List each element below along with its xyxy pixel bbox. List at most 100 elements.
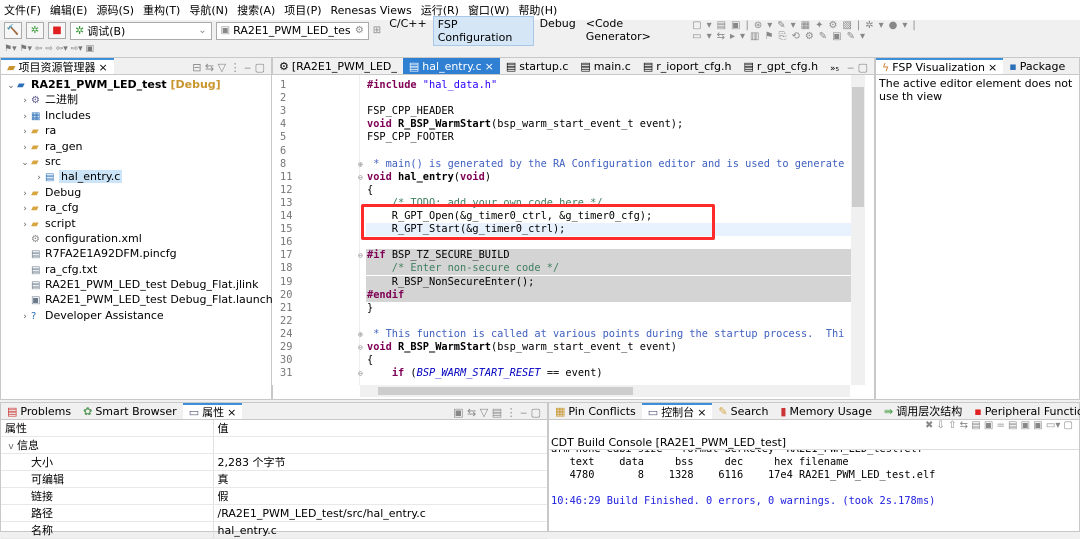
- group-row[interactable]: v 信息: [1, 436, 547, 454]
- tab-properties[interactable]: ▭ 属性 ×: [182, 403, 243, 419]
- code-line[interactable]: 17 ⊖ #if BSP_TZ_SECURE_BUILD: [280, 249, 852, 263]
- view-toolbar-icons[interactable]: ⊟ ⇆ ▽ ⋮ ‒ ▢: [192, 61, 271, 74]
- tree-item[interactable]: ▤ R7FA2E1A92DFM.pincfg: [5, 246, 271, 261]
- tab-r-ioport-cfg-h[interactable]: ▤ r_ioport_cfg.h: [637, 58, 738, 74]
- code-line[interactable]: 3 FSP_CPP_HEADER: [272, 105, 852, 118]
- tab-overflow-button[interactable]: »₅: [824, 64, 845, 74]
- tab-problems[interactable]: ▤ Problems: [1, 403, 77, 419]
- tree-item[interactable]: ⌄ ▰ src: [5, 154, 271, 169]
- code-line[interactable]: 19 R_BSP_NonSecureEnter();: [280, 275, 852, 289]
- code-line[interactable]: 1 #include "hal_data.h": [272, 79, 852, 92]
- tab-fsp-visualization[interactable]: ϟ FSP Visualization ×: [876, 58, 1004, 74]
- code-text: #if BSP_TZ_SECURE_BUILD: [367, 249, 510, 262]
- view-toolbar-icons[interactable]: ▣ ⇆ ▽ ▤ ⋮ ‒ ▢: [453, 406, 547, 419]
- collapse-fold-icon[interactable]: ⊖: [358, 249, 363, 262]
- code-line[interactable]: 11 ⊖ void hal_entry(void): [272, 171, 852, 184]
- stop-icon[interactable]: ■: [48, 22, 66, 39]
- code-line[interactable]: 6: [272, 145, 852, 158]
- property-row[interactable]: 路径/RA2E1_PWM_LED_test/src/hal_entry.c: [1, 504, 547, 522]
- menu-item[interactable]: 导航(N): [189, 2, 228, 18]
- tab--ra2e1-pwm-led-[interactable]: ⚙ [RA2E1_PWM_LED_: [273, 58, 403, 74]
- tab-main-c[interactable]: ▤ main.c: [574, 58, 636, 74]
- collapse-fold-icon[interactable]: ⊖: [358, 367, 363, 380]
- tab-console-3[interactable]: ▮ Memory Usage: [774, 403, 878, 419]
- property-row[interactable]: 可编辑真: [1, 470, 547, 488]
- tab-smart-browser[interactable]: ✿ Smart Browser: [77, 403, 183, 419]
- tab-console-2[interactable]: ✎ Search: [712, 403, 774, 419]
- expand-fold-icon[interactable]: ⊕: [358, 328, 363, 341]
- chevron-down-icon[interactable]: ⌄: [5, 79, 17, 94]
- console-toolbar-icons[interactable]: ✖ ⇩ ⇧ ⇆ ▤ ▣ = ▤ ▣ ▣ ▭▾ ▢: [549, 420, 1079, 436]
- build-hammer-icon[interactable]: 🔨: [4, 22, 22, 39]
- minimize-maximize-icons[interactable]: ‒ ▢: [847, 61, 874, 74]
- menu-item[interactable]: 文件(F): [4, 2, 41, 18]
- annotation-nav-icons[interactable]: ⚑▾ ⚑▾ ⇦ ⇨ ⇦▾ ⇨▾ ▣: [4, 44, 94, 54]
- open-perspective-icon[interactable]: ⊞: [373, 25, 381, 36]
- code-line[interactable]: 29 ⊖ void R_BSP_WarmStart(bsp_warm_start_e…: [272, 341, 852, 354]
- code-line[interactable]: 12 {: [272, 184, 852, 197]
- chevron-down-icon[interactable]: v: [5, 442, 17, 452]
- code-line[interactable]: 8 ⊕ * main() is generated by the RA Confi…: [272, 158, 852, 171]
- expand-fold-icon[interactable]: ⊕: [358, 158, 363, 171]
- toolbar-icons[interactable]: ▢▾▤▣|⊛▾✎▾▦✦⚙▧|✲▾●▾|▭▾⇆▸▾▥⚑⎘⟲⚙✎▣✎▾: [692, 20, 1080, 42]
- property-row[interactable]: 大小 2,283 个字节: [1, 453, 547, 471]
- code-line[interactable]: 2: [272, 92, 852, 105]
- code-line[interactable]: 30 {: [272, 354, 852, 367]
- tree-item[interactable]: › ▰ ra: [5, 123, 271, 138]
- editor-horizontal-scrollbar[interactable]: [360, 385, 850, 397]
- tree-item[interactable]: ▤ ra_cfg.txt: [5, 262, 271, 277]
- menu-item[interactable]: 源码(S): [96, 2, 134, 18]
- tab-project-explorer[interactable]: ▰ 项目资源管理器 ×: [1, 58, 114, 74]
- line-number: 24: [280, 327, 293, 340]
- tree-item[interactable]: ▤ RA2E1_PWM_LED_test Debug_Flat.jlink: [5, 277, 271, 292]
- tree-item[interactable]: ⌄ ▰ RA2E1_PWM_LED_test [Debug]: [5, 77, 271, 92]
- code-line[interactable]: 21}: [272, 302, 852, 315]
- tree-item[interactable]: ⚙ configuration.xml: [5, 231, 271, 246]
- console-output[interactable]: arm-none-eabi-size --format=berkeley "RA…: [549, 450, 1079, 530]
- tab-startup-c[interactable]: ▤ startup.c: [500, 58, 575, 74]
- close-icon[interactable]: ×: [98, 61, 107, 74]
- tab-hal-entry-c[interactable]: ▤ hal_entry.c ×: [402, 58, 500, 74]
- code-line[interactable]: 24 ⊕ * This function is called at various…: [272, 328, 852, 341]
- menu-item[interactable]: 编辑(E): [50, 2, 88, 18]
- tab-console-0[interactable]: ▦ Pin Conflicts: [549, 403, 642, 419]
- menu-item[interactable]: 项目(P): [284, 2, 321, 18]
- menu-item[interactable]: 重构(T): [143, 2, 180, 18]
- chevron-right-icon[interactable]: ›: [19, 310, 31, 325]
- tab-console-4[interactable]: ⇛ 调用层次结构: [878, 403, 968, 419]
- menu-item[interactable]: 搜索(A): [237, 2, 275, 18]
- close-icon[interactable]: ×: [988, 61, 997, 74]
- collapse-fold-icon[interactable]: ⊖: [358, 341, 363, 354]
- tab-package[interactable]: ▪ Package: [1003, 58, 1071, 74]
- launch-config-select[interactable]: ▣ RA2E1_PWM_LED_tes ⚙: [215, 21, 369, 40]
- tree-item[interactable]: › ▤ hal_entry.c: [5, 169, 271, 184]
- tree-item[interactable]: ›? Developer Assistance: [5, 308, 271, 323]
- close-icon[interactable]: ×: [697, 406, 706, 419]
- code-line[interactable]: 31 ⊖ if (BSP_WARM_START_RESET == event): [272, 367, 852, 380]
- tab-r-gpt-cfg-h[interactable]: ▤ r_gpt_cfg.h: [737, 58, 824, 74]
- code-line[interactable]: 4 void R_BSP_WarmStart(bsp_warm_start_eve…: [272, 118, 852, 131]
- tab-console-1[interactable]: ▭ 控制台 ×: [641, 403, 713, 419]
- tree-item[interactable]: › ▰ Debug: [5, 185, 271, 200]
- collapse-fold-icon[interactable]: ⊖: [358, 171, 363, 184]
- code-line[interactable]: 22: [272, 315, 852, 328]
- tab-console-5[interactable]: ▪Peripheral Functions: [968, 403, 1080, 419]
- code-line[interactable]: 20 #endif: [280, 288, 852, 302]
- code-line[interactable]: 18 /* Enter non-secure code */: [280, 262, 852, 276]
- folder-icon: ▰: [31, 126, 39, 138]
- close-icon[interactable]: ×: [485, 60, 494, 73]
- property-row[interactable]: 名称 hal_entry.c: [1, 521, 547, 539]
- tree-item[interactable]: › ⚙ 二进制: [5, 92, 271, 107]
- editor-vertical-scrollbar[interactable]: [851, 75, 865, 385]
- tree-item[interactable]: ▣ RA2E1_PWM_LED_test Debug_Flat.launch: [5, 292, 273, 307]
- build-config-select[interactable]: ✲ 调试(B) ⌄: [70, 21, 212, 40]
- tree-item[interactable]: › ▰ script: [5, 216, 271, 231]
- property-row[interactable]: 链接假: [1, 487, 547, 505]
- close-icon[interactable]: ×: [227, 406, 236, 419]
- chevron-down-icon[interactable]: ⌄: [19, 156, 31, 171]
- tree-item[interactable]: › ▰ ra_gen: [5, 139, 271, 154]
- code-line[interactable]: 5 FSP_CPP_FOOTER: [272, 131, 852, 144]
- tree-item[interactable]: › ▰ ra_cfg: [5, 200, 271, 215]
- tree-item[interactable]: › ▦ Includes: [5, 108, 271, 123]
- debug-bug-icon[interactable]: ✲: [26, 22, 44, 39]
